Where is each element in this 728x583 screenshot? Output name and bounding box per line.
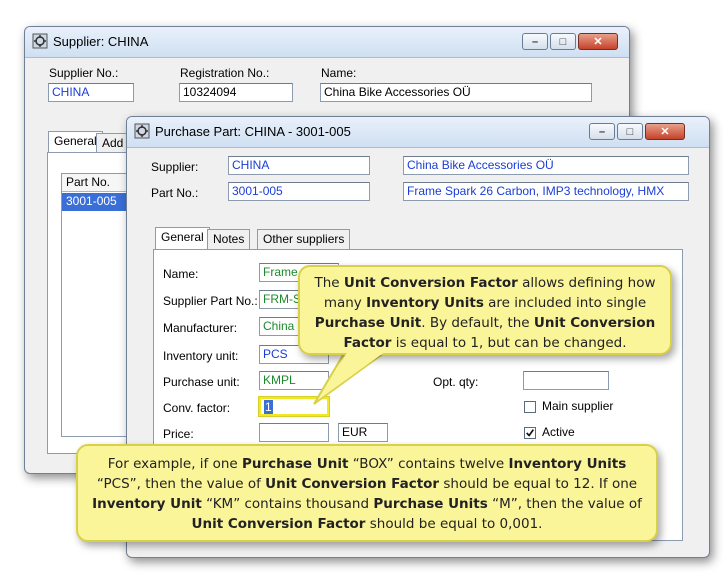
supplier-window-titlebar[interactable]: Supplier: CHINA – □ ✕ [25,27,629,58]
conv-factor-value: 1 [264,400,273,414]
supplier-no-field[interactable]: CHINA [48,83,134,102]
purchase-window-titlebar[interactable]: Purchase Part: CHINA - 3001-005 – □ ✕ [127,117,709,148]
conv-factor-field[interactable]: 1 [259,397,329,416]
app-icon [134,123,150,139]
tab-general[interactable]: General [48,131,103,153]
supplier-label: Supplier: [151,160,199,174]
minimize-icon: – [598,125,606,138]
supplier-no-label: Supplier No.: [49,66,119,80]
maximize-icon: □ [559,35,567,48]
main-supplier-checkbox[interactable] [524,401,536,413]
active-label: Active [542,425,575,439]
close-icon: ✕ [660,126,670,138]
opt-qty-label: Opt. qty: [433,375,479,389]
tab-general[interactable]: General [155,227,210,249]
minimize-icon: – [531,35,539,48]
currency-field[interactable]: EUR [338,423,388,442]
minimize-button[interactable]: – [522,33,548,50]
part-no-field[interactable]: 3001-005 [228,182,370,201]
inventory-unit-label: Inventory unit: [163,349,239,363]
name-label: Name: [321,66,357,80]
opt-qty-field[interactable] [523,371,609,390]
registration-no-label: Registration No.: [180,66,270,80]
part-list-header[interactable]: Part No. [62,174,132,192]
checkmark-icon [526,429,535,437]
supplier-code-field[interactable]: CHINA [228,156,370,175]
example-callout: For example, if one Purchase Unit “BOX” … [76,444,658,542]
price-field[interactable] [259,423,329,442]
manufacturer-label: Manufacturer: [163,321,238,335]
name-field[interactable]: China Bike Accessories OÜ [320,83,592,102]
close-button[interactable]: ✕ [645,123,685,140]
maximize-button[interactable]: □ [617,123,643,140]
price-label: Price: [163,427,194,441]
app-icon [32,33,48,49]
supplier-part-no-label: Supplier Part No.: [163,294,258,308]
registration-no-field[interactable]: 10324094 [179,83,293,102]
part-list[interactable]: Part No. 3001-005 [61,173,133,437]
purchase-unit-label: Purchase unit: [163,375,240,389]
close-button[interactable]: ✕ [578,33,618,50]
supplier-window-title: Supplier: CHINA [53,34,149,49]
tab-notes[interactable]: Notes [207,229,251,249]
active-checkbox[interactable] [524,427,536,439]
part-description-field[interactable]: Frame Spark 26 Carbon, IMP3 technology, … [403,182,689,201]
minimize-button[interactable]: – [589,123,615,140]
maximize-icon: □ [626,125,634,138]
close-icon: ✕ [593,36,603,48]
conv-factor-label: Conv. factor: [163,401,231,415]
list-item[interactable]: 3001-005 [62,193,132,211]
main-supplier-label: Main supplier [542,399,614,413]
tab-add[interactable]: Add [96,133,130,153]
name-label: Name: [163,267,199,281]
purchase-unit-field[interactable]: KMPL [259,371,329,390]
tab-other-suppliers[interactable]: Other suppliers [257,229,351,249]
conversion-factor-callout: The Unit Conversion Factor allows defini… [298,265,672,355]
part-no-label: Part No.: [151,186,199,200]
purchase-window-title: Purchase Part: CHINA - 3001-005 [155,124,351,139]
maximize-button[interactable]: □ [550,33,576,50]
supplier-name-field[interactable]: China Bike Accessories OÜ [403,156,689,175]
